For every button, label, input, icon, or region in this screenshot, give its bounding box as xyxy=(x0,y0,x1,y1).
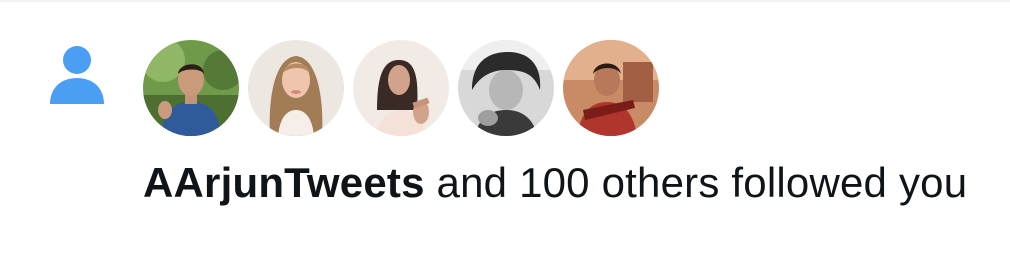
avatar-1[interactable] xyxy=(143,40,239,136)
person-icon xyxy=(48,46,106,106)
avatar-4[interactable] xyxy=(458,40,554,136)
follow-notification[interactable]: AArjunTweets and 100 others followed you xyxy=(0,2,1010,276)
avatar-3[interactable] xyxy=(353,40,449,136)
avatar-row xyxy=(143,40,659,136)
avatar-5[interactable] xyxy=(563,40,659,136)
notification-message: AArjunTweets and 100 others followed you xyxy=(143,154,983,212)
avatar-2[interactable] xyxy=(248,40,344,136)
message-text: and 100 others followed you xyxy=(424,159,968,206)
username-link[interactable]: AArjunTweets xyxy=(143,159,425,206)
